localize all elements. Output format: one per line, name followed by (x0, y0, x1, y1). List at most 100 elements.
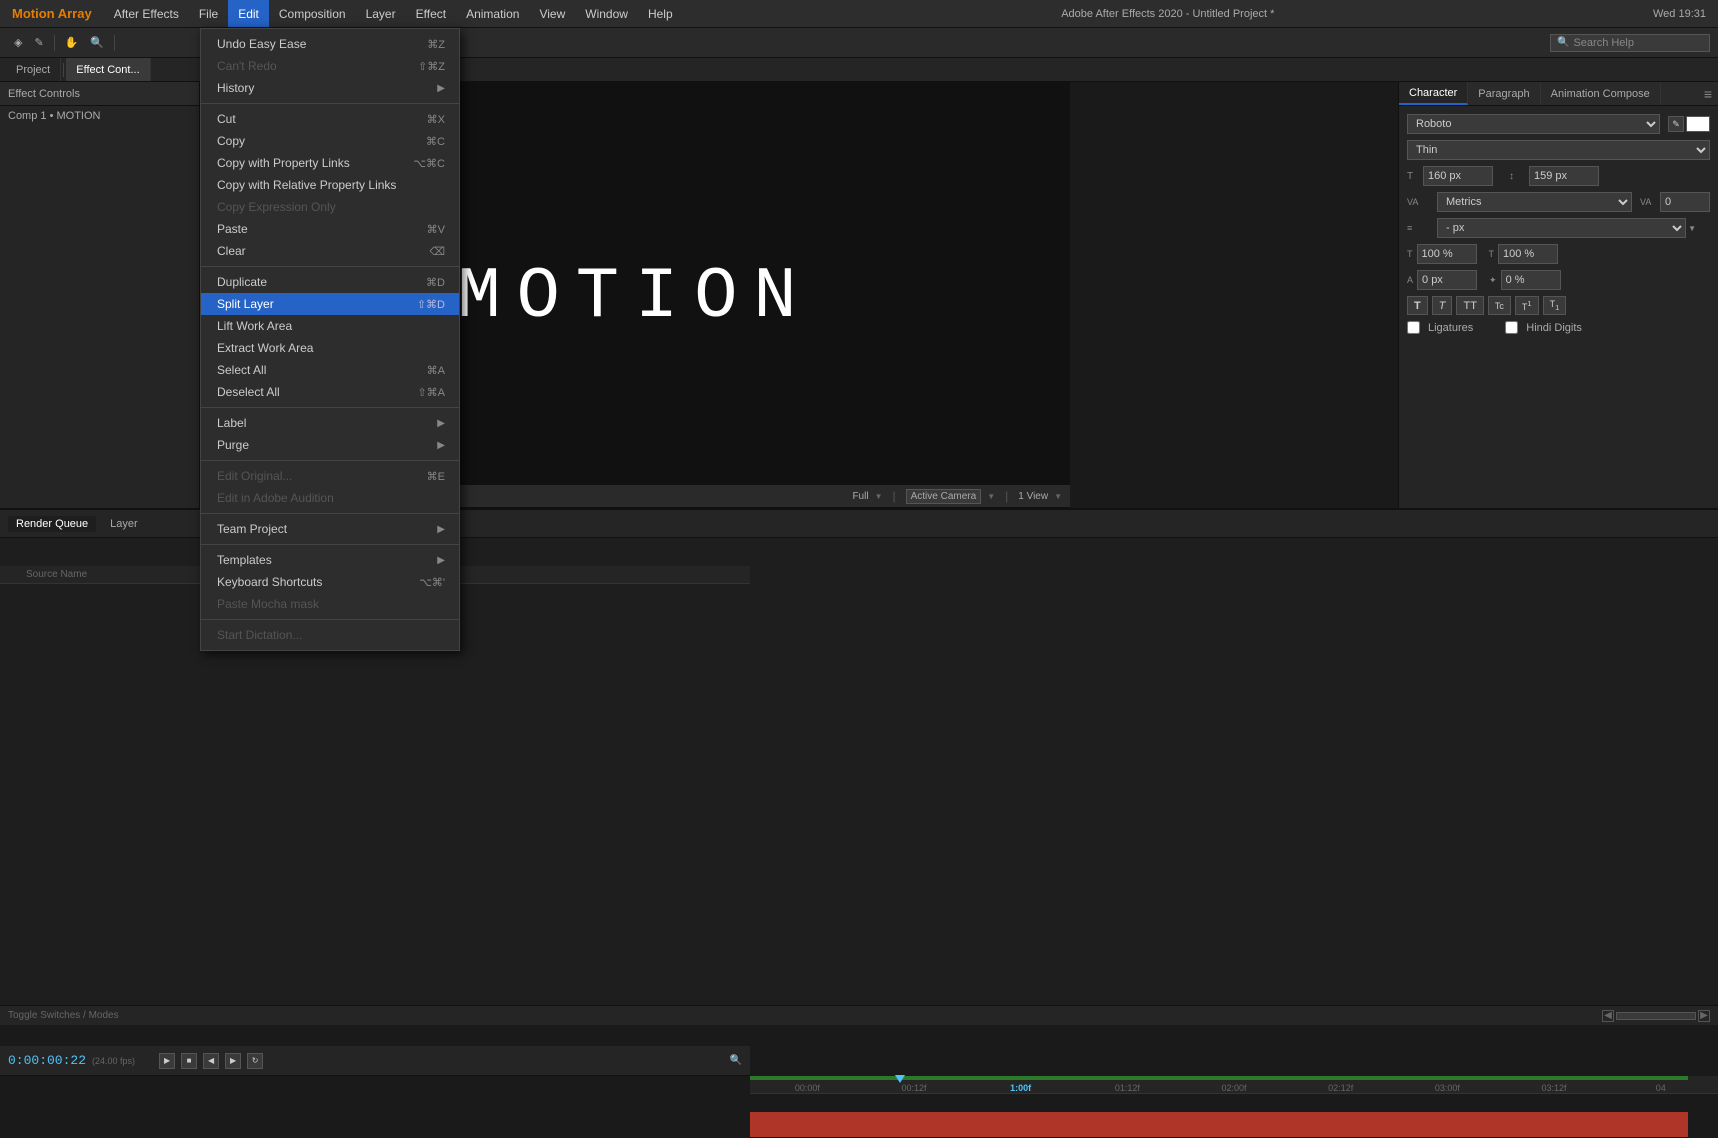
baseline-select[interactable]: - px (1437, 218, 1686, 238)
italic-btn[interactable]: T (1432, 296, 1453, 315)
search-layers-icon[interactable]: 🔍 (730, 1055, 742, 1066)
menu-effect[interactable]: Effect (406, 0, 456, 27)
timeline-tab-render-queue[interactable]: Render Queue (8, 516, 96, 532)
left-panel-title: Effect Controls (8, 88, 80, 100)
menu-copy[interactable]: Copy ⌘C (201, 130, 459, 152)
tool-selection[interactable]: ◈ (8, 34, 28, 51)
menu-team-project[interactable]: Team Project ▶ (201, 518, 459, 540)
menu-composition[interactable]: Composition (269, 0, 356, 27)
timeline-timecode[interactable]: 0:00:00:22 (8, 1053, 86, 1068)
menu-edit-original: Edit Original... ⌘E (201, 465, 459, 487)
tool-zoom[interactable]: 🔍 (84, 34, 110, 51)
loop-btn[interactable]: ↻ (247, 1053, 263, 1069)
vscale-input[interactable] (1498, 244, 1558, 264)
timeline-scrollbar[interactable] (1616, 1012, 1696, 1020)
menu-deselect-all[interactable]: Deselect All ⇧⌘A (201, 381, 459, 403)
menu-layer[interactable]: Layer (356, 0, 406, 27)
bshift-label: A (1407, 275, 1413, 285)
font-family-select[interactable]: Roboto (1407, 114, 1660, 134)
sub-btn[interactable]: T1 (1543, 296, 1567, 315)
copy-expression-label: Copy Expression Only (217, 200, 336, 214)
menu-copy-relative-links[interactable]: Copy with Relative Property Links (201, 174, 459, 196)
font-color-picker-icon[interactable]: ✎ (1668, 116, 1684, 132)
tab-animation-compose[interactable]: Animation Compose (1541, 82, 1661, 105)
hindi-checkbox[interactable] (1505, 321, 1518, 334)
menu-extract-work-area[interactable]: Extract Work Area (201, 337, 459, 359)
menu-edit-audition: Edit in Adobe Audition (201, 487, 459, 509)
tab-paragraph[interactable]: Paragraph (1468, 82, 1540, 105)
kerning-input[interactable] (1660, 192, 1710, 212)
font-style-select[interactable]: Thin (1407, 140, 1710, 160)
menu-lift-work-area[interactable]: Lift Work Area (201, 315, 459, 337)
menu-help[interactable]: Help (638, 0, 683, 27)
clear-shortcut: ⌫ (429, 245, 445, 258)
menu-section-dictation: Start Dictation... (201, 620, 459, 650)
smallcaps-btn[interactable]: Tc (1488, 296, 1511, 315)
hindi-label: Hindi Digits (1526, 322, 1582, 334)
rpanel-menu-btn[interactable]: ≡ (1698, 86, 1718, 102)
tool-pen[interactable]: ✎ (28, 34, 49, 51)
project-tab[interactable]: Project (6, 58, 61, 81)
vscale-label: T (1489, 249, 1495, 259)
menu-clear[interactable]: Clear ⌫ (201, 240, 459, 262)
timeline-tab-layer[interactable]: Layer (102, 516, 146, 532)
cant-redo-shortcut: ⇧⌘Z (418, 60, 445, 73)
tsume-input[interactable] (1501, 270, 1561, 290)
hscale-input[interactable] (1417, 244, 1477, 264)
select-all-shortcut: ⌘A (427, 364, 445, 377)
menu-split-layer[interactable]: Split Layer ⇧⌘D (201, 293, 459, 315)
ligatures-checkbox[interactable] (1407, 321, 1420, 334)
character-settings: Roboto ✎ Thin T ↕ VA Metrics VA (1399, 106, 1718, 346)
menu-label[interactable]: Label ▶ (201, 412, 459, 434)
motion-track[interactable] (750, 1112, 1688, 1138)
menu-section-templates: Templates ▶ Keyboard Shortcuts ⌥⌘' Paste… (201, 545, 459, 620)
deselect-all-label: Deselect All (217, 385, 280, 399)
menu-section-team: Team Project ▶ (201, 514, 459, 545)
menu-select-all[interactable]: Select All ⌘A (201, 359, 459, 381)
effect-controls-tab[interactable]: Effect Cont... (66, 58, 150, 81)
super-btn[interactable]: T1 (1515, 296, 1539, 315)
duplicate-label: Duplicate (217, 275, 267, 289)
playhead-arrow (895, 1075, 905, 1083)
menu-keyboard-shortcuts[interactable]: Keyboard Shortcuts ⌥⌘' (201, 571, 459, 593)
menu-cut[interactable]: Cut ⌘X (201, 108, 459, 130)
leading-label: ↕ (1509, 171, 1529, 182)
font-color-swatch[interactable] (1686, 116, 1710, 132)
play-btn[interactable]: ▶ (159, 1053, 175, 1069)
menu-history[interactable]: History ▶ (201, 77, 459, 99)
tracking-type-select[interactable]: Metrics (1437, 192, 1632, 212)
allcaps-btn[interactable]: TT (1456, 296, 1483, 315)
menu-templates[interactable]: Templates ▶ (201, 549, 459, 571)
search-help-label[interactable]: Search Help (1573, 37, 1634, 49)
baseline-shift-input[interactable] (1417, 270, 1477, 290)
menu-paste[interactable]: Paste ⌘V (201, 218, 459, 240)
menu-copy-property-links[interactable]: Copy with Property Links ⌥⌘C (201, 152, 459, 174)
toggle-switches-label[interactable]: Toggle Switches / Modes (8, 1010, 119, 1021)
quality-selector[interactable]: Full (852, 491, 868, 502)
menu-undo[interactable]: Undo Easy Ease ⌘Z (201, 33, 459, 55)
tool-hand[interactable]: ✋ (59, 34, 85, 51)
menu-window[interactable]: Window (575, 0, 638, 27)
menu-file[interactable]: File (189, 0, 228, 27)
menu-edit[interactable]: Edit (228, 0, 269, 27)
next-frame-btn[interactable]: ▶ (225, 1053, 241, 1069)
menu-duplicate[interactable]: Duplicate ⌘D (201, 271, 459, 293)
active-camera-btn[interactable]: Active Camera (906, 489, 982, 504)
cut-shortcut: ⌘X (427, 113, 445, 126)
tab-character[interactable]: Character (1399, 82, 1468, 105)
paste-shortcut: ⌘V (427, 223, 445, 236)
font-size-input[interactable] (1423, 166, 1493, 186)
menu-purge[interactable]: Purge ▶ (201, 434, 459, 456)
copy-property-links-label: Copy with Property Links (217, 156, 350, 170)
menu-animation[interactable]: Animation (456, 0, 529, 27)
stop-btn[interactable]: ■ (181, 1053, 197, 1069)
timeline-scroll-left[interactable]: ◀ (1602, 1010, 1614, 1022)
timeline-scroll-right[interactable]: ▶ (1698, 1010, 1710, 1022)
menu-view[interactable]: View (529, 0, 575, 27)
left-panel-header: Effect Controls (0, 82, 199, 106)
bold-btn[interactable]: T (1407, 296, 1428, 315)
menu-after-effects[interactable]: After Effects (104, 0, 189, 27)
prev-frame-btn[interactable]: ◀ (203, 1053, 219, 1069)
view-selector[interactable]: 1 View (1018, 491, 1048, 502)
leading-input[interactable] (1529, 166, 1599, 186)
